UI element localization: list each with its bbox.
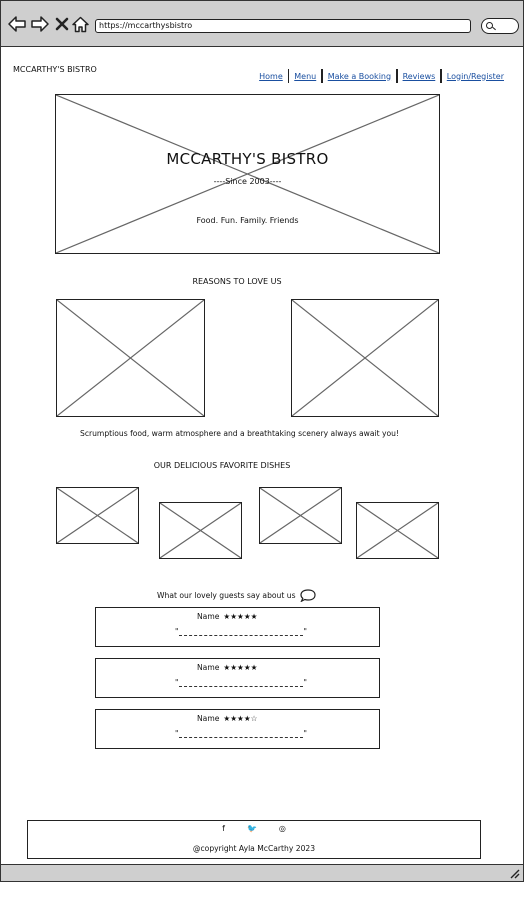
top-navigation: Home Menu Make a Booking Reviews Login/R… [254,69,509,83]
close-icon[interactable] [52,14,72,34]
speech-bubble-icon [299,589,316,602]
browser-status-bar [1,864,523,881]
nav-login-register[interactable]: Login/Register [442,72,509,81]
nav-make-booking[interactable]: Make a Booking [323,72,396,81]
instagram-icon[interactable]: ◎ [279,824,286,833]
quote-placeholder-line [179,686,303,687]
reasons-text: Scrumptious food, warm atmosphere and a … [80,429,399,438]
reviewer-name: Name [197,663,220,672]
dish-image-placeholder [259,487,342,544]
star-rating: ★★★★★ [223,663,258,672]
hero-tagline: Food. Fun. Family. Friends [196,216,299,225]
testimonials-heading: What our lovely guests say about us [157,589,316,602]
search-icon-handle [492,26,496,31]
star-rating: ★★★★★ [223,612,258,621]
social-links: f 🐦 ◎ [28,824,480,833]
reasons-heading: REASONS TO LOVE US [192,277,282,286]
close-quote: " [303,729,307,738]
dishes-heading: OUR DELICIOUS FAVORITE DISHES [153,461,291,470]
browser-window: https://mccarthysbistro MCCARTHY'S BISTR… [0,0,524,882]
quote-placeholder-line [179,737,303,738]
page-footer: f 🐦 ◎ @copyright Ayla McCarthy 2023 [27,820,481,859]
open-quote: " [175,678,179,687]
review-header: Name ★★★★☆ [197,714,257,723]
brand-logo-text[interactable]: MCCARTHY'S BISTRO [13,65,97,74]
open-quote: " [175,627,179,636]
testimonials-heading-text: What our lovely guests say about us [157,591,296,600]
dish-image-placeholder [56,487,139,544]
quote-placeholder-line [179,635,303,636]
reason-image-placeholder [56,299,205,417]
dish-image-placeholder [356,502,439,559]
hero-since: ----Since 2003---- [213,177,282,186]
star-rating: ★★★★☆ [223,714,258,723]
hero-image-placeholder [55,94,440,254]
resize-grip-icon[interactable] [508,867,520,879]
open-quote: " [175,729,179,738]
nav-menu[interactable]: Menu [289,72,321,81]
reviewer-name: Name [197,612,220,621]
reviewer-name: Name [197,714,220,723]
browser-toolbar: https://mccarthysbistro [1,1,523,47]
dish-image-placeholder [159,502,242,559]
twitter-icon[interactable]: 🐦 [247,824,257,833]
url-bar[interactable]: https://mccarthysbistro [95,19,471,33]
review-header: Name ★★★★★ [197,612,257,621]
review-card: Name ★★★★★ " " [95,607,380,647]
nav-reviews[interactable]: Reviews [398,72,441,81]
facebook-icon[interactable]: f [222,824,225,833]
close-quote: " [303,627,307,636]
reason-image-placeholder [291,299,439,417]
home-icon[interactable] [70,14,90,34]
search-field[interactable] [481,18,519,34]
hero-title: MCCARTHY'S BISTRO [166,150,329,168]
nav-home[interactable]: Home [254,72,288,81]
review-card: Name ★★★★★ " " [95,658,380,698]
review-card: Name ★★★★☆ " " [95,709,380,749]
copyright-text: @copyright Ayla McCarthy 2023 [192,844,316,853]
review-header: Name ★★★★★ [197,663,257,672]
forward-arrow-icon[interactable] [30,14,50,34]
close-quote: " [303,678,307,687]
back-arrow-icon[interactable] [7,14,27,34]
